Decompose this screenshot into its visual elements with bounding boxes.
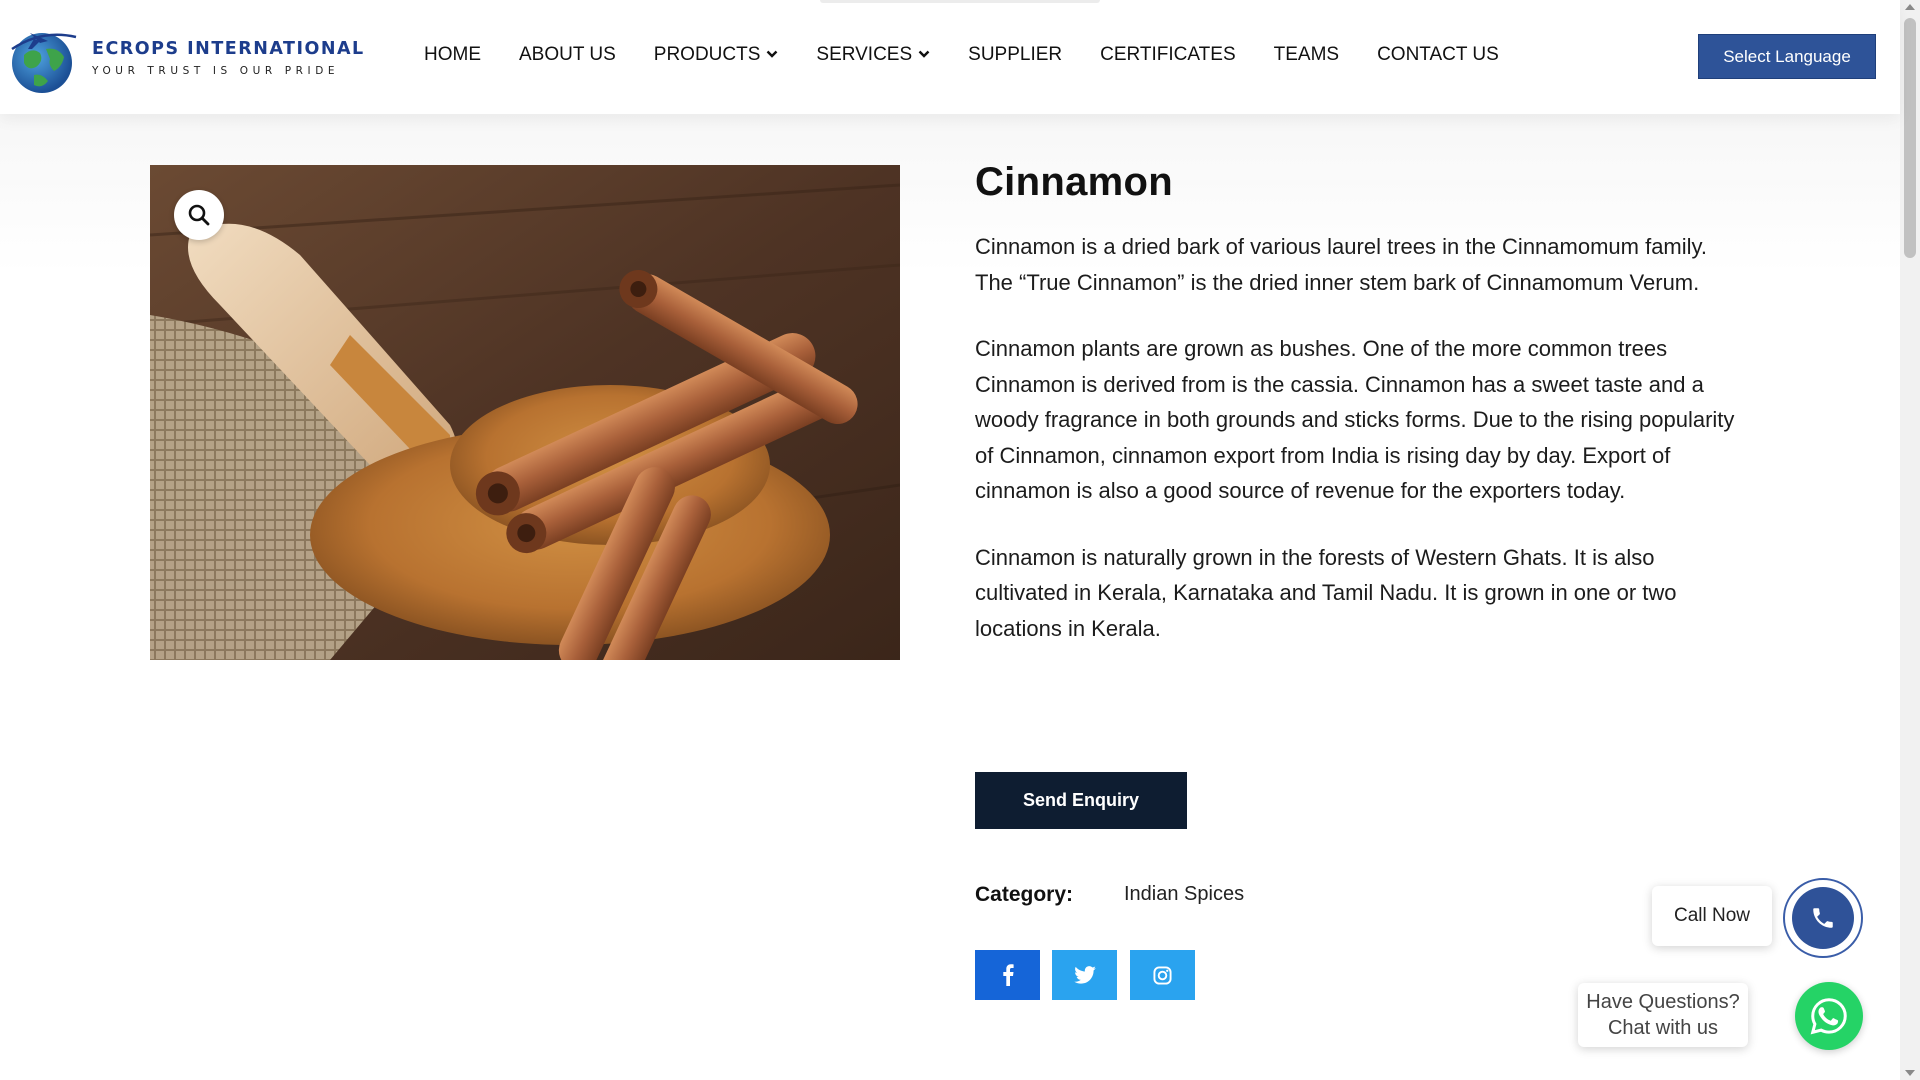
globe-logo-icon [4, 19, 82, 97]
nav-teams[interactable]: TEAMS [1274, 44, 1339, 66]
page-scrollbar[interactable] [1900, 0, 1920, 1080]
scroll-up-arrow-icon[interactable] [1905, 4, 1915, 10]
twitter-icon [1073, 966, 1096, 984]
description-paragraph: Cinnamon is naturally grown in the fores… [975, 544, 1677, 641]
chevron-down-icon [918, 50, 930, 58]
product-description: Cinnamon is a dried bark of various laur… [975, 229, 1745, 646]
nav-about-us[interactable]: ABOUT US [519, 44, 616, 66]
zoom-button[interactable] [174, 190, 224, 240]
scroll-down-arrow-icon[interactable] [1905, 1070, 1915, 1076]
select-language-button[interactable]: Select Language [1698, 34, 1876, 79]
whatsapp-button[interactable] [1795, 982, 1863, 1050]
description-paragraph: Cinnamon plants are grown as bushes. One… [975, 336, 1735, 503]
nav-label: CONTACT US [1377, 44, 1499, 65]
cinnamon-photo [150, 165, 900, 660]
call-now-label[interactable]: Call Now [1652, 886, 1772, 946]
twitter-share-button[interactable] [1052, 950, 1117, 1000]
whatsapp-chat-label[interactable]: Have Questions? Chat with us [1578, 983, 1748, 1047]
nav-label: ABOUT US [519, 44, 616, 65]
chevron-down-icon [767, 50, 778, 58]
description-paragraph: Cinnamon is a dried bark of various laur… [975, 234, 1708, 295]
logo-name: ECROPS INTERNATIONAL [92, 39, 365, 59]
instagram-icon [1153, 965, 1172, 985]
category-label: Category: [975, 883, 1074, 906]
product-image[interactable] [150, 165, 900, 660]
logo-tagline: YOUR TRUST IS OUR PRIDE [92, 65, 340, 77]
facebook-icon [1002, 964, 1014, 986]
nav-label: CERTIFICATES [1100, 44, 1236, 65]
scrollbar-thumb[interactable] [1904, 18, 1916, 258]
nav-certificates[interactable]: CERTIFICATES [1100, 44, 1235, 66]
nav-label: HOME [424, 44, 481, 65]
instagram-share-button[interactable] [1130, 950, 1195, 1000]
send-enquiry-button[interactable]: Send Enquiry [975, 772, 1187, 829]
category-link[interactable]: Indian Spices [1124, 883, 1244, 906]
nav-label: SERVICES [816, 44, 913, 65]
product-summary: Cinnamon Cinnamon is a dried bark of var… [975, 160, 1745, 677]
nav-products[interactable]: PRODUCTS [654, 44, 779, 66]
nav-label: TEAMS [1273, 44, 1340, 65]
nav-supplier[interactable]: SUPPLIER [968, 44, 1062, 66]
main-nav: HOME ABOUT US PRODUCTS SERVICES SUPPLIER… [424, 44, 1537, 66]
phone-icon [1813, 908, 1833, 928]
nav-services[interactable]: SERVICES [816, 44, 930, 66]
site-header: ECROPS INTERNATIONAL YOUR TRUST IS OUR P… [0, 0, 1900, 114]
site-logo[interactable]: ECROPS INTERNATIONAL YOUR TRUST IS OUR P… [4, 18, 376, 98]
top-tab-indicator [820, 0, 1100, 3]
whatsapp-line-2: Chat with us [1607, 1017, 1719, 1039]
nav-label: SUPPLIER [968, 44, 1063, 65]
nav-home[interactable]: HOME [424, 44, 481, 66]
nav-contact-us[interactable]: CONTACT US [1377, 44, 1499, 66]
call-now-button[interactable] [1783, 878, 1863, 958]
nav-label: PRODUCTS [653, 44, 761, 65]
product-title: Cinnamon [975, 160, 1173, 204]
facebook-share-button[interactable] [975, 950, 1040, 1000]
search-icon [188, 204, 210, 226]
whatsapp-line-1: Have Questions? [1586, 991, 1740, 1013]
whatsapp-icon [1810, 998, 1847, 1035]
